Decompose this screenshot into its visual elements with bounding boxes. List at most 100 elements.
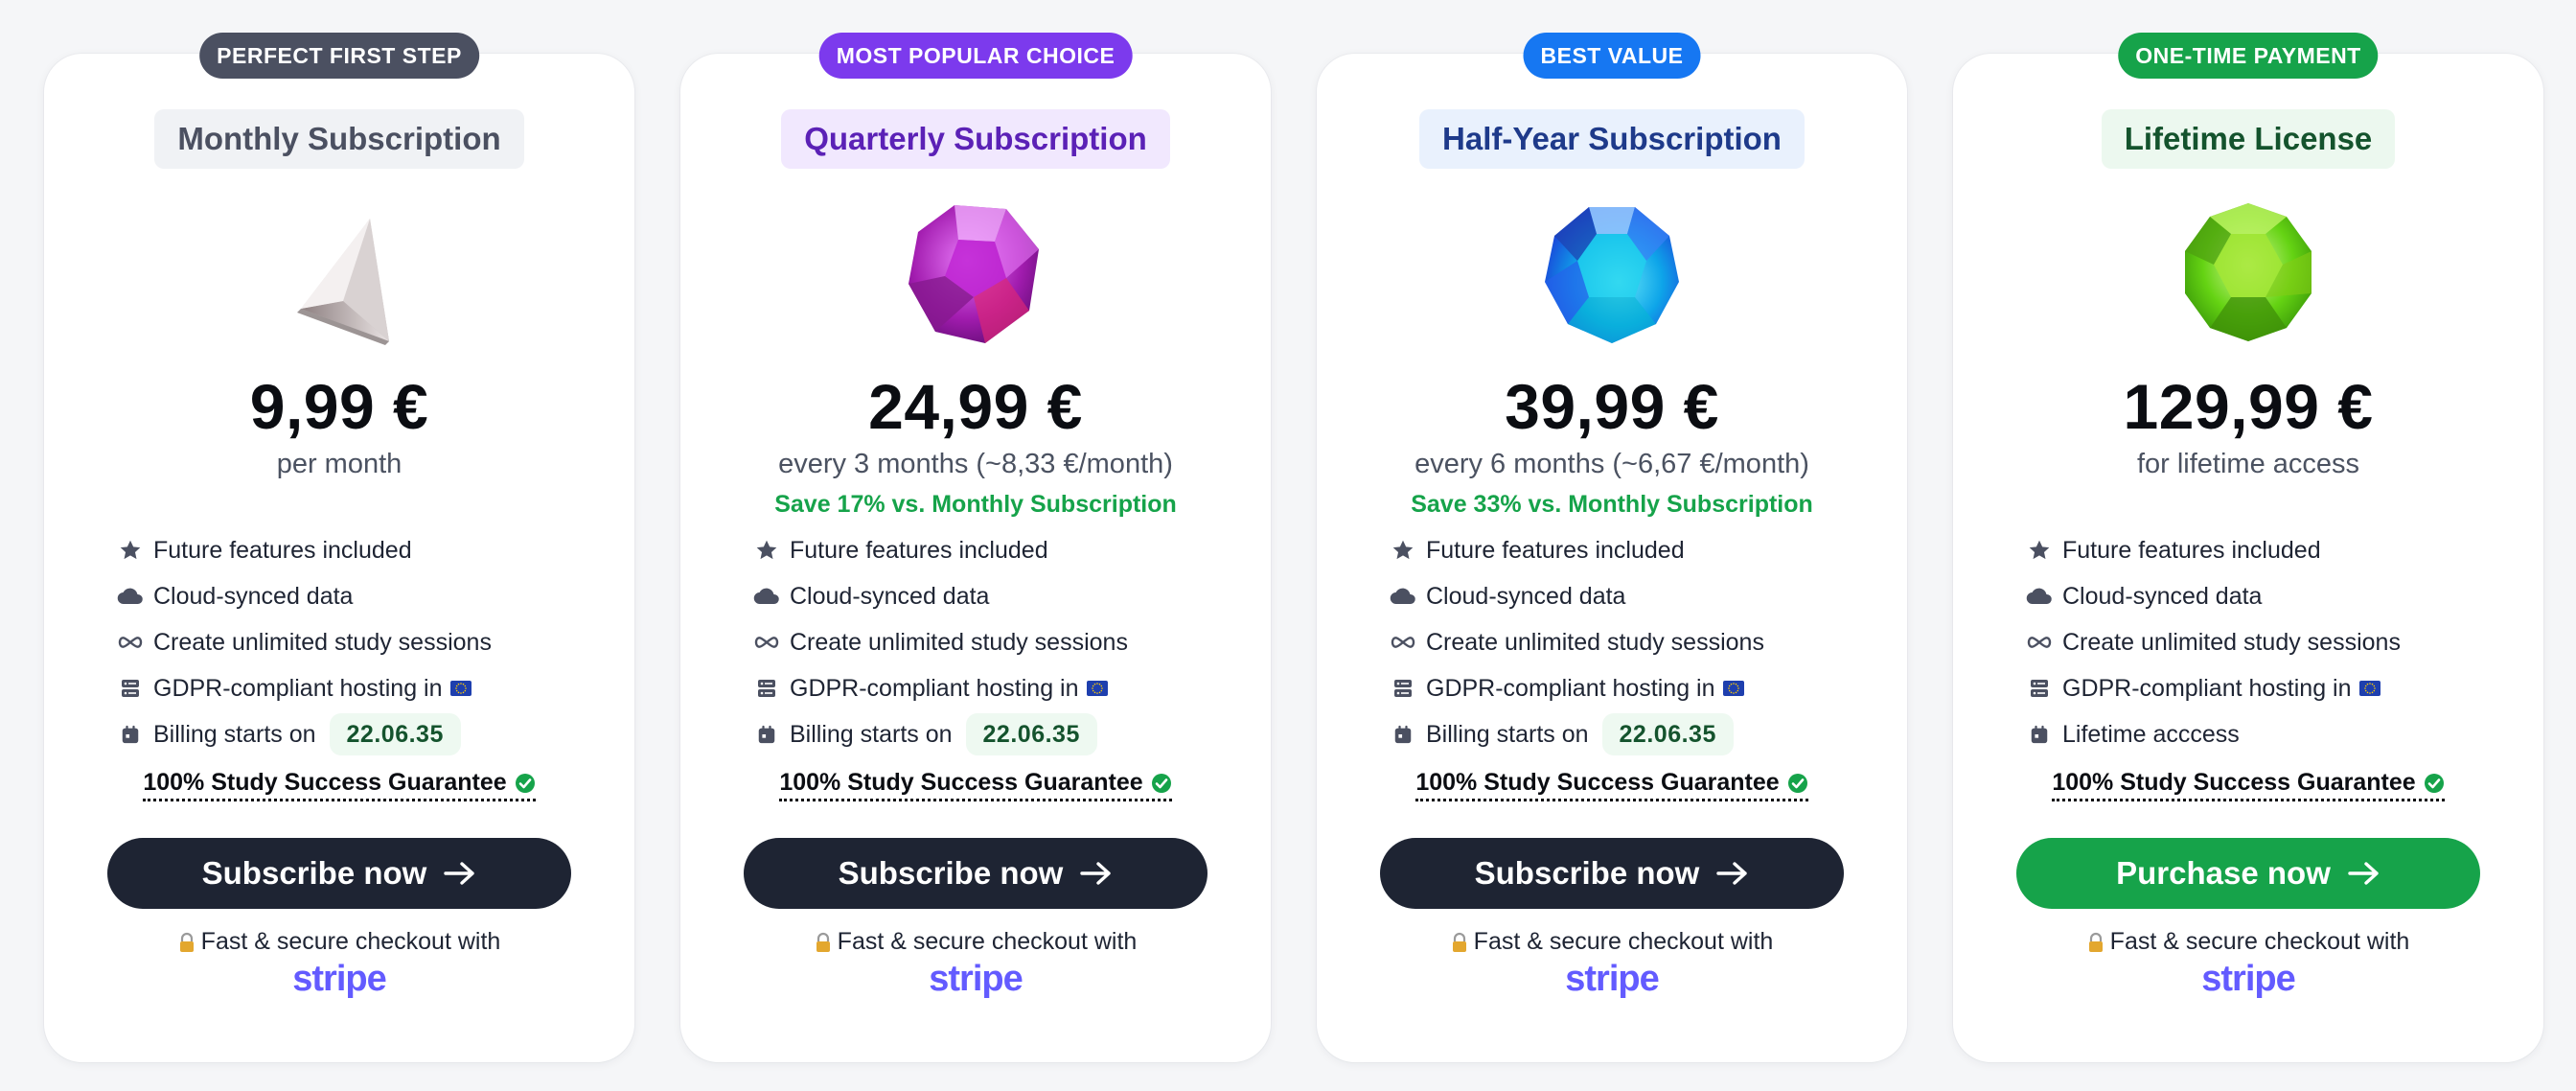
plan-badge: PERFECT FIRST STEP [199, 33, 479, 79]
plan-card-lifetime: ONE-TIME PAYMENT Lifetime License 129,99… [1953, 33, 2543, 1062]
feature-item: Billing starts on 22.06.35 [1388, 711, 1888, 757]
white-diamond-icon [263, 197, 416, 351]
server-icon [1388, 673, 1418, 704]
feature-text: Billing starts on [790, 720, 953, 748]
plan-price: 129,99 € [2123, 371, 2374, 442]
plan-card-half-year: BEST VALUE Half-Year Subscription 39,99 … [1317, 33, 1907, 1062]
plan-title: Quarterly Subscription [781, 109, 1170, 169]
green-gem-icon [2172, 197, 2325, 351]
feature-item: Create unlimited study sessions [751, 619, 1252, 665]
subscribe-button[interactable]: Subscribe now [1380, 838, 1844, 909]
feature-text: Billing starts on [1426, 720, 1589, 748]
cloud-icon [1388, 581, 1418, 612]
calendar-icon [751, 719, 782, 750]
secure-checkout-note: Fast & secure checkout with [44, 928, 634, 956]
feature-text: GDPR-compliant hosting in [790, 674, 1079, 702]
plan-price: 9,99 € [249, 371, 429, 442]
arrow-right-icon [1716, 862, 1748, 885]
feature-text: Cloud-synced data [1426, 582, 1626, 610]
checkout-text: Fast & secure checkout with [200, 928, 501, 955]
subscribe-button[interactable]: Subscribe now [744, 838, 1208, 909]
subscribe-button[interactable]: Subscribe now [107, 838, 571, 909]
feature-text: Create unlimited study sessions [2062, 628, 2401, 656]
purple-gem-icon [899, 197, 1052, 351]
plan-period: per month [276, 449, 402, 479]
plan-price: 39,99 € [1505, 371, 1719, 442]
feature-text: Cloud-synced data [790, 582, 990, 610]
cloud-icon [751, 581, 782, 612]
cta-label: Subscribe now [201, 855, 427, 891]
guarantee-label: 100% Study Success Guarantee [143, 769, 507, 796]
eu-flag-icon [1086, 681, 1108, 696]
feature-item: Future features included [2024, 527, 2524, 573]
guarantee[interactable]: 100% Study Success Guarantee [44, 769, 634, 801]
plan-period: for lifetime access [2136, 449, 2360, 479]
feature-item: Cloud-synced data [115, 573, 615, 619]
lock-icon [2088, 932, 2103, 952]
blue-gem-icon [1535, 197, 1689, 351]
guarantee[interactable]: 100% Study Success Guarantee [680, 769, 1271, 801]
calendar-icon [2024, 719, 2055, 750]
stripe-wordmark: stripe [2201, 959, 2295, 999]
infinity-icon [2024, 627, 2055, 658]
feature-item: Cloud-synced data [2024, 573, 2524, 619]
feature-item: Future features included [751, 527, 1252, 573]
plan-card-monthly: PERFECT FIRST STEP Monthly Subscription … [44, 33, 634, 1062]
feature-item: Billing starts on 22.06.35 [751, 711, 1252, 757]
feature-list: Future features included Cloud-synced dat… [2024, 527, 2524, 757]
star-icon [115, 535, 146, 566]
lock-icon [1452, 932, 1466, 952]
cloud-icon [115, 581, 146, 612]
infinity-icon [751, 627, 782, 658]
check-circle-icon [1787, 773, 1807, 793]
plan-savings: Save 17% vs. Monthly Subscription [774, 491, 1177, 518]
stripe-logo: stripe [1953, 959, 2543, 1000]
feature-item: GDPR-compliant hosting in [751, 665, 1252, 711]
arrow-right-icon [2348, 862, 2379, 885]
stripe-logo: stripe [1317, 959, 1907, 1000]
purchase-button[interactable]: Purchase now [2016, 838, 2480, 909]
feature-text: Cloud-synced data [153, 582, 354, 610]
billing-date: 22.06.35 [1601, 713, 1734, 755]
server-icon [115, 673, 146, 704]
feature-item: Create unlimited study sessions [2024, 619, 2524, 665]
stripe-wordmark: stripe [292, 959, 386, 999]
checkout-text: Fast & secure checkout with [837, 928, 1138, 955]
stripe-logo: stripe [680, 959, 1271, 1000]
secure-checkout-note: Fast & secure checkout with [1317, 928, 1907, 956]
feature-text: GDPR-compliant hosting in [1426, 674, 1715, 702]
feature-text: Future features included [2062, 536, 2321, 564]
lock-icon [816, 932, 830, 952]
feature-list: Future features included Cloud-synced dat… [751, 527, 1252, 757]
stripe-logo: stripe [44, 959, 634, 1000]
check-circle-icon [515, 773, 535, 793]
guarantee-label: 100% Study Success Guarantee [779, 769, 1143, 796]
guarantee-label: 100% Study Success Guarantee [2052, 769, 2416, 796]
feature-text: Future features included [790, 536, 1048, 564]
stripe-wordmark: stripe [1565, 959, 1659, 999]
plan-period: every 6 months (~6,67 €/month) [1414, 449, 1809, 479]
secure-checkout-note: Fast & secure checkout with [680, 928, 1271, 956]
server-icon [751, 673, 782, 704]
plan-title: Half-Year Subscription [1419, 109, 1805, 169]
feature-item: Future features included [1388, 527, 1888, 573]
plan-period: every 3 months (~8,33 €/month) [778, 449, 1173, 479]
feature-text: Lifetime acccess [2062, 720, 2240, 748]
infinity-icon [115, 627, 146, 658]
plan-price: 24,99 € [868, 371, 1083, 442]
billing-date: 22.06.35 [965, 713, 1097, 755]
guarantee[interactable]: 100% Study Success Guarantee [1953, 769, 2543, 801]
lock-icon [179, 932, 194, 952]
check-circle-icon [2424, 773, 2444, 793]
calendar-icon [1388, 719, 1418, 750]
server-icon [2024, 673, 2055, 704]
cta-label: Subscribe now [1474, 855, 1700, 891]
secure-checkout-note: Fast & secure checkout with [1953, 928, 2543, 956]
feature-text: Future features included [1426, 536, 1685, 564]
checkout-text: Fast & secure checkout with [2109, 928, 2410, 955]
star-icon [1388, 535, 1418, 566]
arrow-right-icon [444, 862, 475, 885]
check-circle-icon [1151, 773, 1171, 793]
eu-flag-icon [1722, 681, 1744, 696]
guarantee[interactable]: 100% Study Success Guarantee [1317, 769, 1907, 801]
